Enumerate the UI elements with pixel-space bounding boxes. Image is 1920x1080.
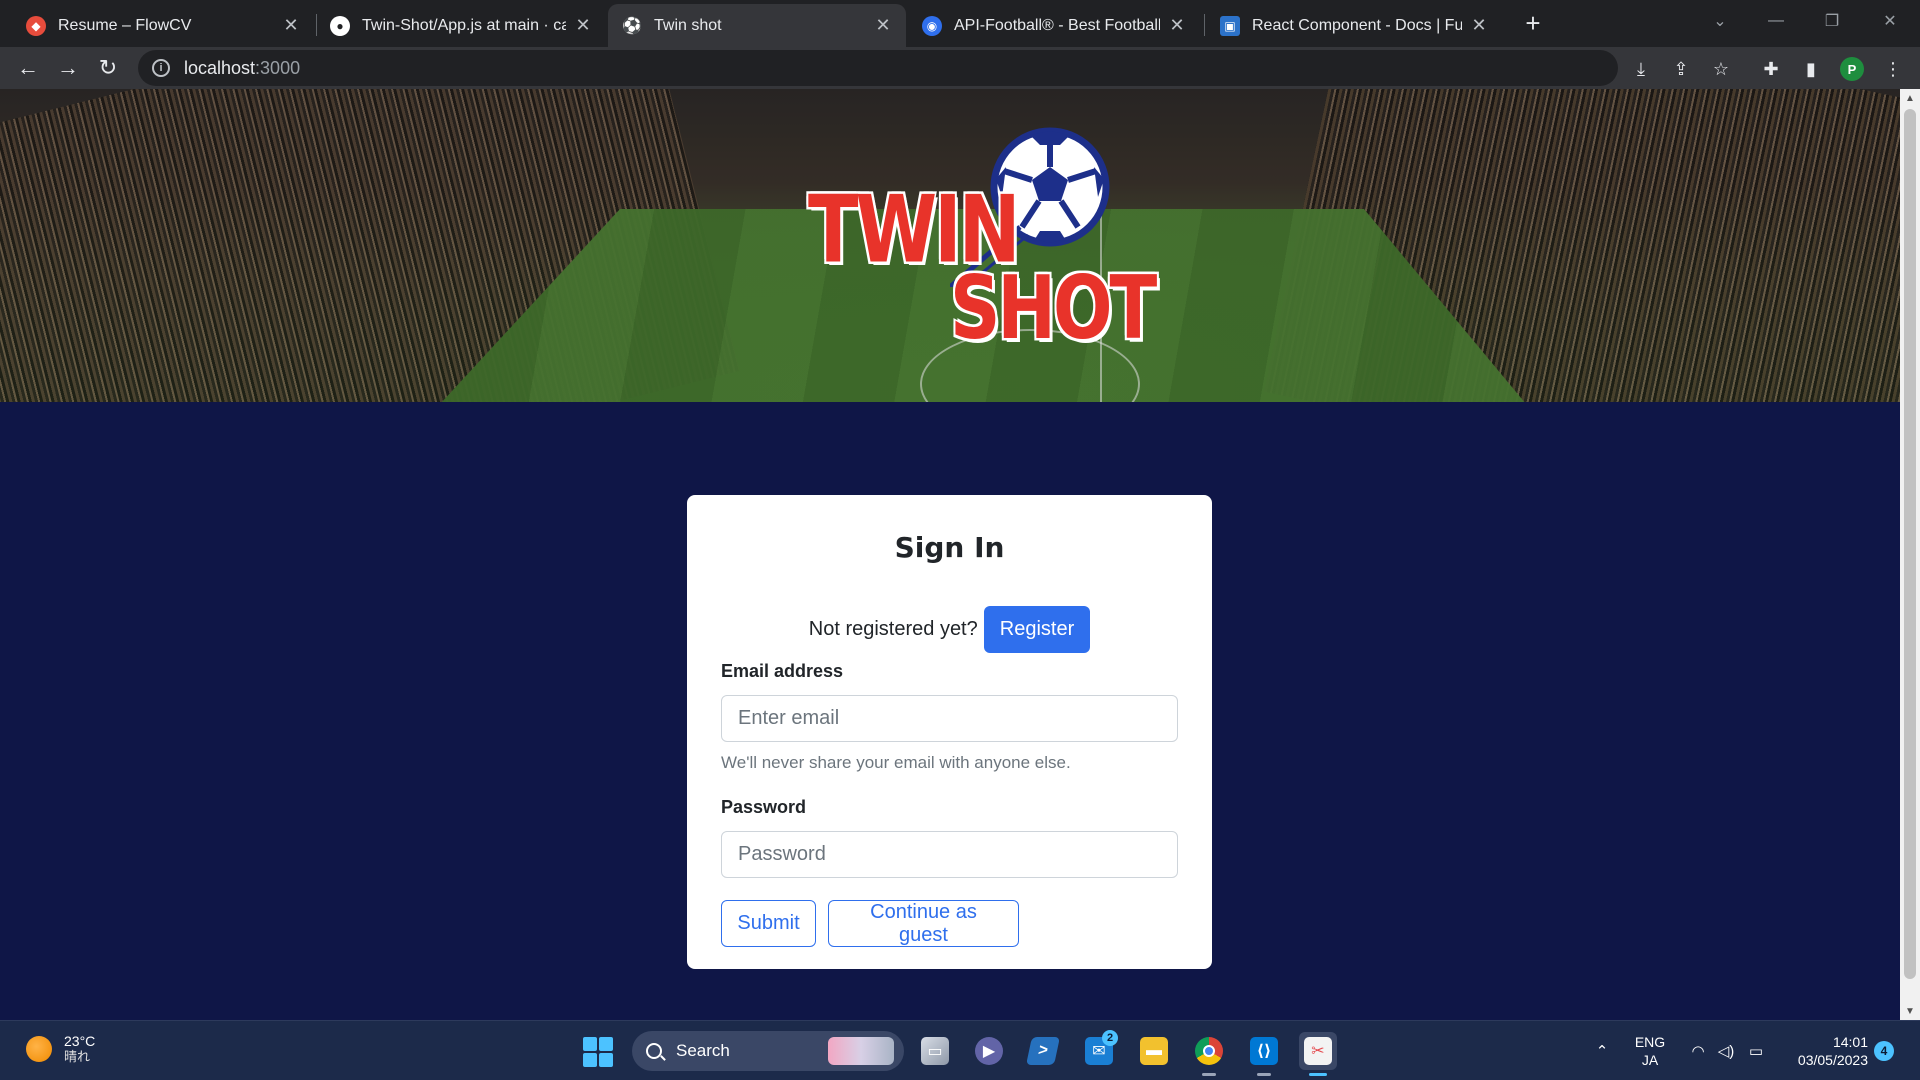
close-icon[interactable]: ✕ xyxy=(1468,15,1490,37)
taskbar-search[interactable]: Search xyxy=(632,1031,904,1071)
tab-search-chevron-icon[interactable]: ⌄ xyxy=(1700,6,1740,36)
bookmark-star-icon[interactable]: ☆ xyxy=(1708,56,1734,82)
email-label: Email address xyxy=(721,661,844,681)
logo-word-shot: SHOT xyxy=(949,256,1158,361)
scroll-thumb[interactable] xyxy=(1904,109,1916,979)
weather-temperature: 23°C xyxy=(64,1033,96,1049)
tab-fullcalendar-docs[interactable]: ▣ React Component - Docs | FullCa ✕ xyxy=(1206,4,1502,47)
sign-in-card: Sign In Not registered yet? Register Ema… xyxy=(687,495,1212,969)
search-highlight-image xyxy=(828,1037,894,1065)
tab-twin-shot[interactable]: ⚽ Twin shot ✕ xyxy=(608,4,906,47)
url-port: :3000 xyxy=(255,57,301,78)
tab-twin-shot-github[interactable]: ● Twin-Shot/App.js at main · calss0 ✕ xyxy=(316,4,606,47)
email-help-text: We'll never share your email with anyone… xyxy=(721,753,1071,772)
tab-api-football[interactable]: ◉ API-Football® - Best Football (So ✕ xyxy=(908,4,1200,47)
chrome-icon[interactable] xyxy=(1190,1032,1228,1076)
show-hidden-icons-chevron-icon[interactable]: ⌃ xyxy=(1590,1021,1614,1080)
close-icon[interactable]: ✕ xyxy=(1166,15,1188,37)
powershell-icon[interactable]: > xyxy=(1024,1032,1062,1070)
profile-avatar[interactable]: P xyxy=(1840,57,1864,81)
new-tab-button[interactable]: + xyxy=(1518,8,1548,38)
tab-separator xyxy=(1204,14,1205,36)
tab-title: React Component - Docs | FullCa xyxy=(1252,16,1462,34)
close-icon[interactable]: ✕ xyxy=(572,15,594,37)
sign-in-title: Sign In xyxy=(894,531,1005,564)
register-row: Not registered yet? Register xyxy=(687,606,1212,653)
register-button[interactable]: Register xyxy=(983,606,1091,653)
snipping-tool-icon[interactable]: ✂ xyxy=(1299,1032,1337,1076)
soccer-ball-icon: ⚽ xyxy=(622,17,642,35)
clock-time: 14:01 xyxy=(1832,1034,1868,1050)
vscode-icon[interactable]: ⟨⟩ xyxy=(1245,1032,1283,1076)
mail-icon[interactable]: ✉ 2 xyxy=(1080,1030,1118,1070)
submit-button[interactable]: Submit xyxy=(721,900,816,947)
weather-condition: 晴れ xyxy=(64,1049,91,1064)
api-football-icon: ◉ xyxy=(922,15,942,36)
wifi-icon[interactable]: ◠ xyxy=(1686,1021,1710,1080)
windows-taskbar: 23°C 晴れ Search ▭ ▶ > ✉ 2 ▬ ⟨⟩ ✂ ⌃ ENG JA… xyxy=(0,1020,1920,1080)
windows-start-icon[interactable] xyxy=(583,1037,613,1067)
restore-button[interactable]: ❐ xyxy=(1812,6,1852,36)
tab-title: API-Football® - Best Football (So xyxy=(954,16,1160,34)
scroll-down-arrow-icon[interactable]: ▼ xyxy=(1900,1002,1920,1020)
weather-widget[interactable]: 23°C 晴れ xyxy=(26,1033,95,1065)
flowcv-icon: ◆ xyxy=(26,15,46,36)
sunny-weather-icon xyxy=(26,1036,52,1062)
extensions-puzzle-icon[interactable]: ✚ xyxy=(1758,56,1784,82)
scroll-up-arrow-icon[interactable]: ▲ xyxy=(1900,89,1920,107)
tab-title: Twin-Shot/App.js at main · calss0 xyxy=(362,16,566,34)
file-manager-icon[interactable]: ▭ xyxy=(916,1032,954,1070)
fullcalendar-icon: ▣ xyxy=(1220,15,1240,36)
language-code: ENG xyxy=(1634,1034,1666,1050)
site-info-icon[interactable]: i xyxy=(152,59,170,77)
install-app-icon[interactable]: ⤓ xyxy=(1628,56,1654,82)
back-arrow-icon[interactable]: ← xyxy=(12,52,44,84)
tab-title: Twin shot xyxy=(654,16,722,34)
more-menu-icon[interactable]: ⋮ xyxy=(1880,56,1906,82)
close-icon[interactable]: ✕ xyxy=(872,15,894,37)
page-scrollbar[interactable]: ▲ ▼ xyxy=(1900,89,1920,1020)
input-language-indicator[interactable]: ENG JA xyxy=(1630,1033,1670,1069)
minimize-button[interactable]: — xyxy=(1756,6,1796,36)
continue-as-guest-button[interactable]: Continue as guest xyxy=(828,900,1019,947)
tab-title: Resume – FlowCV xyxy=(58,16,192,34)
password-label: Password xyxy=(721,797,807,817)
github-icon: ● xyxy=(330,15,350,36)
close-icon[interactable]: ✕ xyxy=(280,15,302,37)
video-call-icon[interactable]: ▶ xyxy=(970,1032,1008,1070)
forward-arrow-icon[interactable]: → xyxy=(52,52,84,84)
notification-count-badge[interactable]: 4 xyxy=(1874,1041,1894,1061)
browser-toolbar: ← → ↻ i localhost:3000 ⤓ ⇪ ☆ ✚ ▮ P ⋮ xyxy=(0,47,1920,89)
side-panel-icon[interactable]: ▮ xyxy=(1798,56,1824,82)
register-prompt: Not registered yet? xyxy=(808,618,978,640)
page-viewport: TWIN SHOT Sign In Not registered yet? Re… xyxy=(0,89,1900,1020)
battery-icon[interactable]: ▭ xyxy=(1744,1021,1768,1080)
address-bar[interactable]: i localhost:3000 xyxy=(138,50,1618,86)
email-field[interactable] xyxy=(721,695,1178,742)
url-host: localhost xyxy=(184,57,256,78)
tab-resume-flowcv[interactable]: ◆ Resume – FlowCV ✕ xyxy=(12,4,314,47)
password-field[interactable] xyxy=(721,831,1178,878)
file-explorer-icon[interactable]: ▬ xyxy=(1135,1032,1173,1070)
mail-badge: 2 xyxy=(1102,1030,1118,1046)
search-label: Search xyxy=(676,1041,730,1060)
input-method: JA xyxy=(1641,1052,1659,1068)
browser-tab-bar: ◆ Resume – FlowCV ✕ ● Twin-Shot/App.js a… xyxy=(0,0,1920,47)
twin-shot-logo: TWIN SHOT xyxy=(800,127,1158,367)
hero-banner: TWIN SHOT xyxy=(0,89,1900,402)
clock-date: 03/05/2023 xyxy=(1797,1052,1868,1068)
close-window-button[interactable]: ✕ xyxy=(1870,6,1910,36)
system-clock[interactable]: 14:01 03/05/2023 xyxy=(1776,1033,1868,1069)
volume-icon[interactable]: ◁) xyxy=(1714,1021,1738,1080)
reload-icon[interactable]: ↻ xyxy=(92,52,124,84)
search-icon xyxy=(646,1043,662,1059)
share-icon[interactable]: ⇪ xyxy=(1668,56,1694,82)
